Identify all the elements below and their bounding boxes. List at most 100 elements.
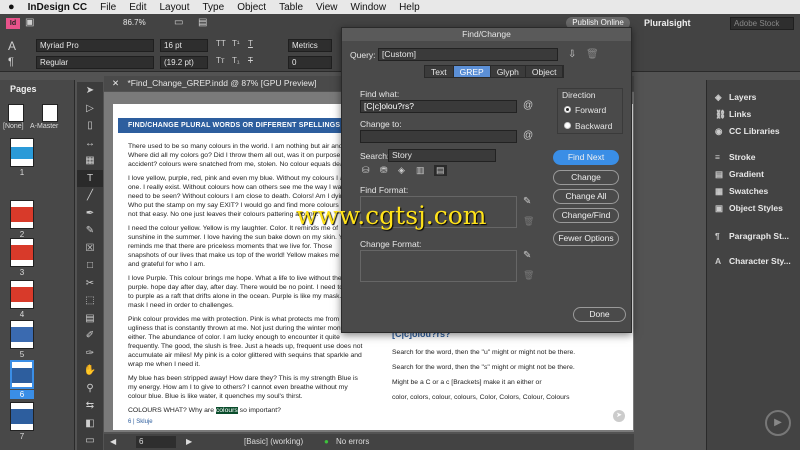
superscript-button[interactable]: T¹ <box>232 39 240 48</box>
panel-gradient[interactable]: ▤ Gradient <box>715 169 764 180</box>
menu-window[interactable]: Window <box>351 2 387 13</box>
gap-tool-icon[interactable]: ↔ <box>77 135 103 153</box>
page-thumbnail[interactable] <box>10 200 34 229</box>
tracking-field[interactable]: 0 <box>288 56 332 69</box>
leading-field[interactable]: (19.2 pt) <box>160 56 208 69</box>
forward-radio[interactable] <box>564 106 571 113</box>
page-thumbnail[interactable] <box>10 280 34 309</box>
note-tool-icon[interactable]: ✐ <box>77 327 103 345</box>
direct-selection-tool-icon[interactable]: ▷ <box>77 100 103 118</box>
panel-stroke[interactable]: ≡ Stroke <box>715 152 755 162</box>
menu-object[interactable]: Object <box>237 2 266 13</box>
panel-object-styles[interactable]: ▣ Object Styles <box>715 203 783 214</box>
special-characters-change-icon[interactable]: @ <box>523 130 533 141</box>
panel-paragraph-styles[interactable]: ¶ Paragraph St... <box>715 231 789 241</box>
change-find-button[interactable]: Change/Find <box>553 208 619 223</box>
menu-edit[interactable]: Edit <box>129 2 146 13</box>
panel-links[interactable]: ⛓ Links <box>715 109 751 120</box>
done-button[interactable]: Done <box>573 307 626 322</box>
panel-character-styles[interactable]: A Character Sty... <box>715 256 791 266</box>
panel-swatches[interactable]: ▦ Swatches <box>715 186 768 197</box>
app-menu[interactable]: InDesign CC <box>28 2 87 13</box>
adobe-stock-search[interactable]: Adobe Stock <box>730 17 794 30</box>
pen-tool-icon[interactable]: ✒ <box>77 205 103 223</box>
bridge-icon[interactable]: ▣ <box>25 17 34 28</box>
character-formatting-icon[interactable]: A <box>8 39 16 53</box>
save-query-icon[interactable]: ⇩ <box>568 49 576 60</box>
line-tool-icon[interactable]: ╱ <box>77 187 103 205</box>
content-collector-icon[interactable]: ▦ <box>77 152 103 170</box>
panel-cc-libraries[interactable]: ◉ CC Libraries <box>715 126 780 137</box>
backward-radio[interactable] <box>564 122 571 129</box>
rectangle-tool-icon[interactable]: □ <box>77 257 103 275</box>
screen-mode-icon[interactable]: ▭ <box>174 17 183 28</box>
dialog-title[interactable]: Find/Change <box>342 28 631 41</box>
specify-find-format-icon[interactable]: ✎ <box>523 196 531 207</box>
search-scope-select[interactable]: Story <box>388 149 496 162</box>
page-number-field[interactable]: 6 <box>136 436 176 448</box>
gradient-tool-icon[interactable]: ▤ <box>77 310 103 328</box>
include-master-pages-icon[interactable]: ▥ <box>416 165 425 176</box>
pencil-tool-icon[interactable]: ✎ <box>77 222 103 240</box>
menu-help[interactable]: Help <box>399 2 420 13</box>
eyedropper-tool-icon[interactable]: ✑ <box>77 345 103 363</box>
find-next-button[interactable]: Find Next <box>553 150 619 165</box>
highlighted-match[interactable]: colours <box>215 407 238 414</box>
arrange-icon[interactable]: ▤ <box>198 17 207 28</box>
font-family-field[interactable]: Myriad Pro <box>36 39 154 52</box>
apply-color-icon[interactable]: ▭ <box>77 432 103 450</box>
a-master-thumbnail[interactable] <box>42 104 58 122</box>
backward-label[interactable]: Backward <box>575 121 612 131</box>
page-tool-icon[interactable]: ▯ <box>77 117 103 135</box>
clear-change-format-icon[interactable]: 🗑 <box>523 270 534 281</box>
scissors-tool-icon[interactable]: ✂ <box>77 275 103 293</box>
menu-type[interactable]: Type <box>203 2 225 13</box>
change-format-box[interactable] <box>360 250 517 282</box>
small-caps-button[interactable]: Tт <box>216 56 225 65</box>
subscript-button[interactable]: T₁ <box>232 56 240 65</box>
page-thumbnail[interactable] <box>10 320 34 349</box>
rectangle-frame-tool-icon[interactable]: ☒ <box>77 240 103 258</box>
swap-colors-icon[interactable]: ⇆ <box>77 397 103 415</box>
include-locked-layers-icon[interactable]: ⛁ <box>362 165 370 176</box>
font-size-field[interactable]: 16 pt <box>160 39 208 52</box>
page-thumbnail[interactable] <box>10 238 34 267</box>
free-transform-tool-icon[interactable]: ⬚ <box>77 292 103 310</box>
change-all-button[interactable]: Change All <box>553 189 619 204</box>
panel-layers[interactable]: ◈ Layers <box>715 92 756 103</box>
font-style-field[interactable]: Regular <box>36 56 154 69</box>
fill-stroke-icon[interactable]: ◧ <box>77 415 103 433</box>
kerning-field[interactable]: Metrics <box>288 39 332 52</box>
paragraph-formatting-icon[interactable]: ¶ <box>8 56 14 68</box>
page-thumbnail[interactable] <box>10 402 34 431</box>
page-thumbnail-current[interactable] <box>10 360 34 389</box>
preflight-errors[interactable]: No errors <box>336 434 369 450</box>
menu-view[interactable]: View <box>316 2 338 13</box>
pages-panel-title[interactable]: Pages <box>10 84 37 94</box>
page-thumbnail[interactable] <box>10 138 34 167</box>
include-locked-stories-icon[interactable]: ⛃ <box>380 165 388 176</box>
clear-find-format-icon[interactable]: 🗑 <box>523 216 534 227</box>
special-characters-find-icon[interactable]: @ <box>523 100 533 111</box>
find-what-field[interactable]: [C|c]olou?rs? <box>360 100 517 113</box>
tab-grep[interactable]: GREP <box>453 66 491 77</box>
delete-query-icon[interactable]: 🗑 <box>586 49 599 60</box>
specify-change-format-icon[interactable]: ✎ <box>523 250 531 261</box>
type-tool-icon[interactable]: T <box>77 169 103 187</box>
query-select[interactable]: [Custom] <box>378 48 558 61</box>
none-master-thumbnail[interactable] <box>8 104 24 122</box>
all-caps-button[interactable]: TT <box>216 39 226 48</box>
tab-text[interactable]: Text <box>425 66 454 77</box>
menu-layout[interactable]: Layout <box>159 2 189 13</box>
include-hidden-layers-icon[interactable]: ◈ <box>398 165 405 176</box>
menu-file[interactable]: File <box>100 2 116 13</box>
next-page-icon[interactable]: ▶ <box>186 434 192 450</box>
text-frame[interactable]: There used to be so many colours in the … <box>128 142 363 420</box>
tab-object[interactable]: Object <box>525 66 564 77</box>
preflight-profile[interactable]: [Basic] (working) <box>244 434 303 450</box>
workspace-switcher[interactable]: Pluralsight <box>644 18 691 28</box>
forward-label[interactable]: Forward <box>575 105 606 115</box>
close-tab-icon[interactable]: ✕ <box>112 78 119 88</box>
include-footnotes-icon[interactable]: ▤ <box>434 165 447 176</box>
fewer-options-button[interactable]: Fewer Options <box>553 231 619 246</box>
